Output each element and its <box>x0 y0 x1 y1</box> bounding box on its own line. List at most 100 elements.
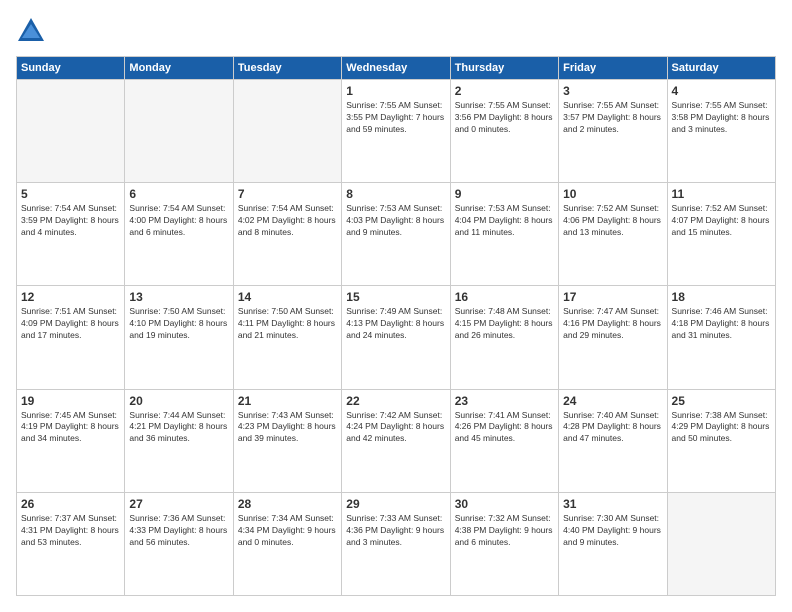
day-detail: Sunrise: 7:50 AM Sunset: 4:11 PM Dayligh… <box>238 306 337 342</box>
day-detail: Sunrise: 7:37 AM Sunset: 4:31 PM Dayligh… <box>21 513 120 549</box>
day-detail: Sunrise: 7:46 AM Sunset: 4:18 PM Dayligh… <box>672 306 771 342</box>
day-number: 21 <box>238 394 337 408</box>
days-of-week-row: SundayMondayTuesdayWednesdayThursdayFrid… <box>17 57 776 80</box>
day-number: 5 <box>21 187 120 201</box>
calendar-cell: 26 Sunrise: 7:37 AM Sunset: 4:31 PM Dayli… <box>17 492 125 595</box>
calendar-cell: 17 Sunrise: 7:47 AM Sunset: 4:16 PM Dayli… <box>559 286 667 389</box>
calendar-cell: 31 Sunrise: 7:30 AM Sunset: 4:40 PM Dayli… <box>559 492 667 595</box>
calendar-cell <box>667 492 775 595</box>
day-number: 29 <box>346 497 445 511</box>
day-number: 22 <box>346 394 445 408</box>
calendar-cell: 10 Sunrise: 7:52 AM Sunset: 4:06 PM Dayli… <box>559 183 667 286</box>
day-detail: Sunrise: 7:33 AM Sunset: 4:36 PM Dayligh… <box>346 513 445 549</box>
calendar-cell: 20Sunrise: 7:44 AM Sunset: 4:21 PM Dayli… <box>125 389 233 492</box>
day-of-week-header: Wednesday <box>342 57 450 80</box>
calendar-cell: 7 Sunrise: 7:54 AM Sunset: 4:02 PM Daylig… <box>233 183 341 286</box>
day-number: 4 <box>672 84 771 98</box>
day-detail: Sunrise: 7:47 AM Sunset: 4:16 PM Dayligh… <box>563 306 662 342</box>
calendar-cell: 24 Sunrise: 7:40 AM Sunset: 4:28 PM Dayli… <box>559 389 667 492</box>
calendar-cell: 16Sunrise: 7:48 AM Sunset: 4:15 PM Dayli… <box>450 286 558 389</box>
calendar-cell: 9Sunrise: 7:53 AM Sunset: 4:04 PM Daylig… <box>450 183 558 286</box>
day-detail: Sunrise: 7:53 AM Sunset: 4:04 PM Dayligh… <box>455 203 554 239</box>
day-number: 24 <box>563 394 662 408</box>
day-number: 28 <box>238 497 337 511</box>
day-number: 20 <box>129 394 228 408</box>
day-detail: Sunrise: 7:53 AM Sunset: 4:03 PM Dayligh… <box>346 203 445 239</box>
calendar-cell: 27Sunrise: 7:36 AM Sunset: 4:33 PM Dayli… <box>125 492 233 595</box>
calendar-week-row: 5 Sunrise: 7:54 AM Sunset: 3:59 PM Daylig… <box>17 183 776 286</box>
day-number: 19 <box>21 394 120 408</box>
calendar-cell: 2 Sunrise: 7:55 AM Sunset: 3:56 PM Daylig… <box>450 80 558 183</box>
day-number: 15 <box>346 290 445 304</box>
day-detail: Sunrise: 7:40 AM Sunset: 4:28 PM Dayligh… <box>563 410 662 446</box>
calendar-cell: 25 Sunrise: 7:38 AM Sunset: 4:29 PM Dayli… <box>667 389 775 492</box>
calendar-cell: 3 Sunrise: 7:55 AM Sunset: 3:57 PM Daylig… <box>559 80 667 183</box>
calendar-cell: 4Sunrise: 7:55 AM Sunset: 3:58 PM Daylig… <box>667 80 775 183</box>
day-detail: Sunrise: 7:41 AM Sunset: 4:26 PM Dayligh… <box>455 410 554 446</box>
day-detail: Sunrise: 7:38 AM Sunset: 4:29 PM Dayligh… <box>672 410 771 446</box>
day-number: 3 <box>563 84 662 98</box>
day-number: 31 <box>563 497 662 511</box>
day-detail: Sunrise: 7:52 AM Sunset: 4:06 PM Dayligh… <box>563 203 662 239</box>
day-detail: Sunrise: 7:54 AM Sunset: 4:02 PM Dayligh… <box>238 203 337 239</box>
calendar-cell: 14 Sunrise: 7:50 AM Sunset: 4:11 PM Dayli… <box>233 286 341 389</box>
day-detail: Sunrise: 7:32 AM Sunset: 4:38 PM Dayligh… <box>455 513 554 549</box>
day-number: 12 <box>21 290 120 304</box>
day-detail: Sunrise: 7:36 AM Sunset: 4:33 PM Dayligh… <box>129 513 228 549</box>
day-detail: Sunrise: 7:55 AM Sunset: 3:55 PM Dayligh… <box>346 100 445 136</box>
day-number: 23 <box>455 394 554 408</box>
day-detail: Sunrise: 7:49 AM Sunset: 4:13 PM Dayligh… <box>346 306 445 342</box>
calendar-week-row: 1 Sunrise: 7:55 AM Sunset: 3:55 PM Daylig… <box>17 80 776 183</box>
day-detail: Sunrise: 7:52 AM Sunset: 4:07 PM Dayligh… <box>672 203 771 239</box>
calendar-cell: 6 Sunrise: 7:54 AM Sunset: 4:00 PM Daylig… <box>125 183 233 286</box>
day-detail: Sunrise: 7:30 AM Sunset: 4:40 PM Dayligh… <box>563 513 662 549</box>
calendar-week-row: 19 Sunrise: 7:45 AM Sunset: 4:19 PM Dayli… <box>17 389 776 492</box>
day-number: 6 <box>129 187 228 201</box>
calendar-cell <box>17 80 125 183</box>
day-number: 17 <box>563 290 662 304</box>
calendar-cell: 12Sunrise: 7:51 AM Sunset: 4:09 PM Dayli… <box>17 286 125 389</box>
day-number: 14 <box>238 290 337 304</box>
calendar-cell: 28 Sunrise: 7:34 AM Sunset: 4:34 PM Dayli… <box>233 492 341 595</box>
day-of-week-header: Saturday <box>667 57 775 80</box>
day-of-week-header: Tuesday <box>233 57 341 80</box>
day-of-week-header: Thursday <box>450 57 558 80</box>
day-of-week-header: Sunday <box>17 57 125 80</box>
day-number: 30 <box>455 497 554 511</box>
day-number: 1 <box>346 84 445 98</box>
calendar-week-row: 12Sunrise: 7:51 AM Sunset: 4:09 PM Dayli… <box>17 286 776 389</box>
day-number: 8 <box>346 187 445 201</box>
day-detail: Sunrise: 7:45 AM Sunset: 4:19 PM Dayligh… <box>21 410 120 446</box>
day-number: 16 <box>455 290 554 304</box>
day-number: 2 <box>455 84 554 98</box>
calendar-week-row: 26 Sunrise: 7:37 AM Sunset: 4:31 PM Dayli… <box>17 492 776 595</box>
calendar-body: 1 Sunrise: 7:55 AM Sunset: 3:55 PM Daylig… <box>17 80 776 596</box>
page: SundayMondayTuesdayWednesdayThursdayFrid… <box>0 0 792 612</box>
calendar-cell: 30 Sunrise: 7:32 AM Sunset: 4:38 PM Dayli… <box>450 492 558 595</box>
calendar-cell <box>233 80 341 183</box>
day-detail: Sunrise: 7:55 AM Sunset: 3:57 PM Dayligh… <box>563 100 662 136</box>
day-number: 10 <box>563 187 662 201</box>
day-number: 7 <box>238 187 337 201</box>
calendar-cell: 18Sunrise: 7:46 AM Sunset: 4:18 PM Dayli… <box>667 286 775 389</box>
calendar-cell: 23 Sunrise: 7:41 AM Sunset: 4:26 PM Dayli… <box>450 389 558 492</box>
calendar-cell: 8 Sunrise: 7:53 AM Sunset: 4:03 PM Daylig… <box>342 183 450 286</box>
day-number: 26 <box>21 497 120 511</box>
calendar-cell: 13Sunrise: 7:50 AM Sunset: 4:10 PM Dayli… <box>125 286 233 389</box>
calendar-cell: 19 Sunrise: 7:45 AM Sunset: 4:19 PM Dayli… <box>17 389 125 492</box>
calendar-cell: 29 Sunrise: 7:33 AM Sunset: 4:36 PM Dayli… <box>342 492 450 595</box>
calendar-cell: 15 Sunrise: 7:49 AM Sunset: 4:13 PM Dayli… <box>342 286 450 389</box>
day-detail: Sunrise: 7:34 AM Sunset: 4:34 PM Dayligh… <box>238 513 337 549</box>
day-number: 25 <box>672 394 771 408</box>
day-detail: Sunrise: 7:55 AM Sunset: 3:56 PM Dayligh… <box>455 100 554 136</box>
day-number: 13 <box>129 290 228 304</box>
calendar-cell: 1 Sunrise: 7:55 AM Sunset: 3:55 PM Daylig… <box>342 80 450 183</box>
day-number: 11 <box>672 187 771 201</box>
calendar-cell: 11 Sunrise: 7:52 AM Sunset: 4:07 PM Dayli… <box>667 183 775 286</box>
logo <box>16 16 50 46</box>
calendar-cell: 22Sunrise: 7:42 AM Sunset: 4:24 PM Dayli… <box>342 389 450 492</box>
day-of-week-header: Monday <box>125 57 233 80</box>
day-detail: Sunrise: 7:54 AM Sunset: 4:00 PM Dayligh… <box>129 203 228 239</box>
day-detail: Sunrise: 7:54 AM Sunset: 3:59 PM Dayligh… <box>21 203 120 239</box>
calendar-cell <box>125 80 233 183</box>
